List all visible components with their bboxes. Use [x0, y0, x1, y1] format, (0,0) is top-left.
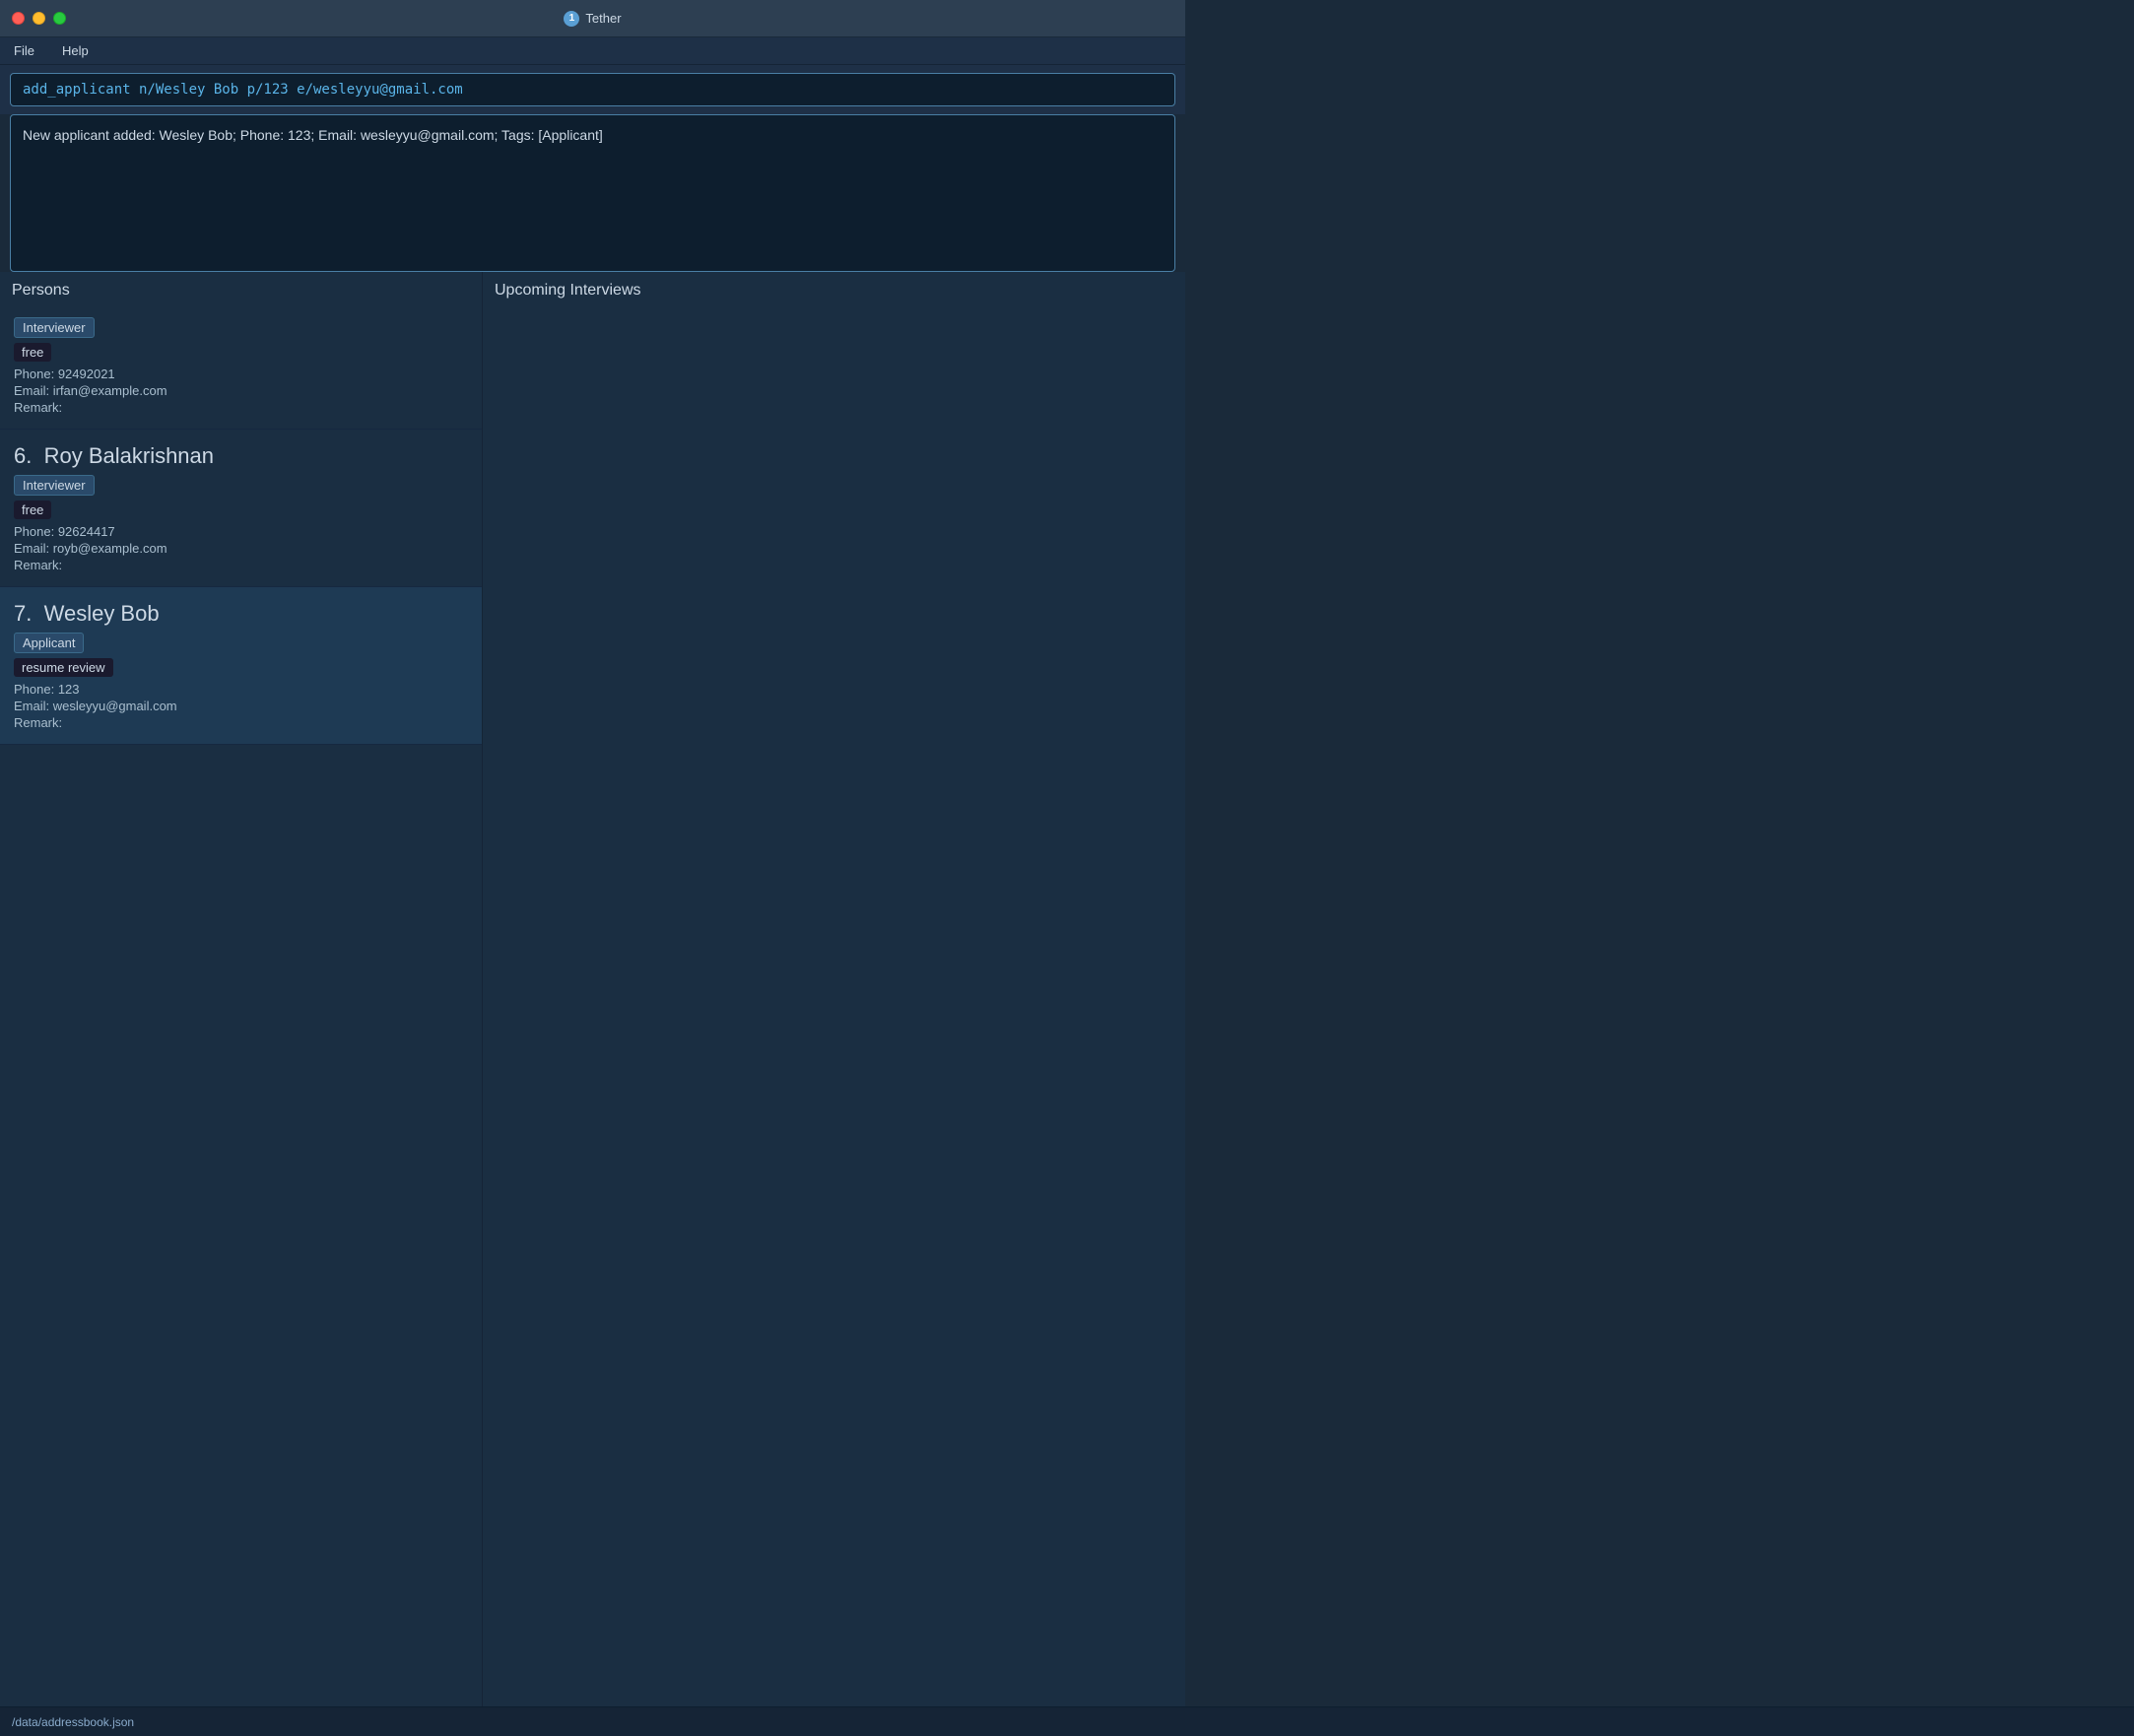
maximize-button[interactable]: [53, 12, 66, 25]
app-icon: 1: [564, 11, 579, 27]
person-phone-5: Phone: 92492021: [14, 367, 468, 381]
menu-bar: File Help: [0, 37, 1185, 65]
person-remark-6: Remark:: [14, 558, 468, 572]
person-remark-7: Remark:: [14, 715, 468, 730]
status-resume-7: resume review: [14, 658, 113, 677]
person-remark-5: Remark:: [14, 400, 468, 415]
persons-list[interactable]: Interviewer free Phone: 92492021 Email: …: [0, 307, 482, 1736]
person-email-6: Email: royb@example.com: [14, 541, 468, 556]
command-input[interactable]: [10, 73, 1175, 106]
title-bar: 1 Tether: [0, 0, 1185, 37]
person-phone-7: Phone: 123: [14, 682, 468, 697]
persons-panel-header: Persons: [0, 272, 482, 307]
footer-path: /data/addressbook.json: [12, 1715, 134, 1729]
interviews-panel-header: Upcoming Interviews: [483, 272, 1185, 307]
command-area: [0, 65, 1185, 114]
output-text: New applicant added: Wesley Bob; Phone: …: [23, 127, 603, 143]
person-phone-6: Phone: 92624417: [14, 524, 468, 539]
list-item[interactable]: 6. Roy Balakrishnan Interviewer free Pho…: [0, 430, 482, 587]
window-title: Tether: [585, 11, 621, 26]
list-item[interactable]: 7. Wesley Bob Applicant resume review Ph…: [0, 587, 482, 745]
tag-applicant-7: Applicant: [14, 633, 84, 653]
menu-help[interactable]: Help: [56, 41, 95, 60]
person-email-5: Email: irfan@example.com: [14, 383, 468, 398]
person-name-6: 6. Roy Balakrishnan: [14, 443, 468, 469]
status-free-6: free: [14, 501, 51, 519]
minimize-button[interactable]: [33, 12, 45, 25]
footer: /data/addressbook.json: [0, 1706, 2134, 1736]
output-area: New applicant added: Wesley Bob; Phone: …: [10, 114, 1175, 272]
persons-panel: Persons Interviewer free Phone: 92492021…: [0, 272, 483, 1736]
person-email-7: Email: wesleyyu@gmail.com: [14, 699, 468, 713]
window-title-area: 1 Tether: [564, 11, 621, 27]
interviews-panel: Upcoming Interviews: [483, 272, 1185, 1736]
person-name-7: 7. Wesley Bob: [14, 601, 468, 627]
tag-interviewer-6: Interviewer: [14, 475, 95, 496]
status-free-5: free: [14, 343, 51, 362]
tag-interviewer-5: Interviewer: [14, 317, 95, 338]
traffic-lights: [12, 12, 66, 25]
menu-file[interactable]: File: [8, 41, 40, 60]
list-item[interactable]: Interviewer free Phone: 92492021 Email: …: [0, 307, 482, 430]
panels-row: Persons Interviewer free Phone: 92492021…: [0, 272, 1185, 1736]
close-button[interactable]: [12, 12, 25, 25]
